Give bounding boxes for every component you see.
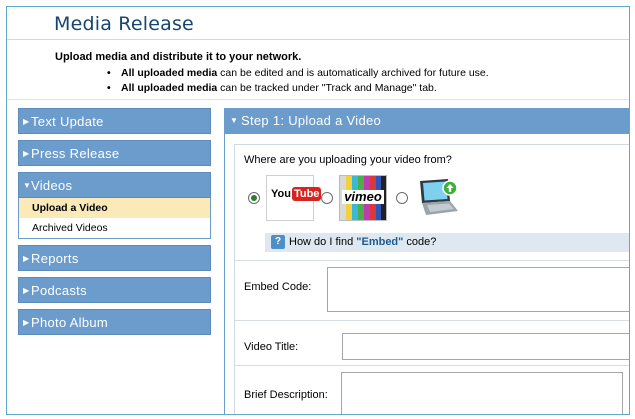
description-field[interactable] — [341, 372, 623, 414]
intro-text: Upload media and distribute it to your n… — [55, 51, 302, 63]
title-bar: Media Release — [7, 7, 629, 40]
video-title-label: Video Title: — [244, 341, 299, 353]
question-mark-icon: ? — [271, 235, 285, 249]
sidebar-item-label: Videos — [31, 178, 73, 193]
youtube-you: You — [271, 188, 291, 200]
bullet-text: can be tracked under "Track and Manage" … — [217, 82, 437, 94]
embed-code-label: Embed Code: — [244, 281, 312, 293]
youtube-tube: Tube — [291, 187, 322, 201]
divider — [7, 99, 629, 100]
upload-form: Where are you uploading your video from?… — [234, 144, 629, 414]
intro-bullets: All uploaded media can be edited and is … — [107, 66, 489, 96]
sidebar-item-text-update[interactable]: ▶ Text Update — [18, 108, 211, 134]
youtube-logo-text: You Tube — [271, 187, 322, 201]
submenu-item-upload-video[interactable]: Upload a Video — [19, 198, 210, 218]
caret-right-icon: ▶ — [23, 286, 30, 295]
laptop-icon — [420, 179, 458, 215]
sidebar-item-podcasts[interactable]: ▶ Podcasts — [18, 277, 211, 303]
sidebar-item-label: Reports — [31, 251, 79, 266]
help-highlight: "Embed" — [356, 236, 404, 248]
caret-right-icon: ▶ — [23, 149, 30, 158]
sidebar-item-press-release[interactable]: ▶ Press Release — [18, 140, 211, 166]
sidebar-item-label: Photo Album — [31, 315, 109, 330]
source-question: Where are you uploading your video from? — [244, 154, 452, 166]
main-panel: ▼ Step 1: Upload a Video Where are you up… — [224, 108, 629, 414]
caret-right-icon: ▶ — [23, 318, 30, 327]
computer-upload-icon[interactable] — [414, 175, 462, 219]
page-title: Media Release — [54, 13, 194, 35]
bullet-item: All uploaded media can be edited and is … — [107, 66, 489, 81]
media-release-window: Media Release Upload media and distribut… — [6, 6, 630, 415]
description-label: Brief Description: — [244, 389, 328, 401]
embed-code-row: Embed Code: — [235, 260, 629, 316]
help-text-suffix: code? — [403, 236, 437, 248]
step-title: Step 1: Upload a Video — [241, 113, 382, 128]
sidebar-item-label: Press Release — [31, 146, 120, 161]
video-title-field[interactable] — [342, 333, 629, 360]
radio-computer[interactable] — [396, 192, 408, 204]
description-row: Brief Description: — [235, 365, 629, 414]
bullet-text: can be edited and is automatically archi… — [217, 67, 489, 79]
embed-help-link[interactable]: ? How do I find "Embed" code? — [265, 233, 629, 252]
sidebar-item-videos[interactable]: ▼ Videos — [18, 172, 211, 198]
sidebar: ▶ Text Update ▶ Press Release ▼ Videos Uplo… — [18, 108, 211, 341]
sidebar-item-photo-album[interactable]: ▶ Photo Album — [18, 309, 211, 335]
help-text: How do I find — [289, 236, 357, 248]
radio-youtube[interactable] — [248, 192, 260, 204]
bullet-bold: All uploaded media — [121, 82, 218, 94]
caret-right-icon: ▶ — [23, 254, 30, 263]
video-title-row: Video Title: — [235, 320, 629, 366]
sidebar-group-videos: ▼ Videos Upload a Video Archived Videos — [18, 172, 211, 239]
caret-down-icon: ▼ — [23, 181, 32, 190]
bullet-item: All uploaded media can be tracked under … — [107, 81, 489, 96]
submenu-item-archived-videos[interactable]: Archived Videos — [19, 218, 210, 238]
embed-code-field[interactable] — [327, 267, 629, 312]
caret-right-icon: ▶ — [23, 117, 30, 126]
sidebar-item-label: Text Update — [31, 114, 104, 129]
sidebar-item-label: Podcasts — [31, 283, 87, 298]
caret-down-icon: ▼ — [230, 116, 239, 125]
vimeo-logo[interactable]: vimeo — [339, 175, 387, 221]
radio-vimeo[interactable] — [321, 192, 333, 204]
sidebar-item-reports[interactable]: ▶ Reports — [18, 245, 211, 271]
bullet-bold: All uploaded media — [121, 67, 218, 79]
youtube-logo[interactable]: You Tube — [266, 175, 322, 221]
vimeo-logo-text: vimeo — [342, 190, 384, 204]
step-header: ▼ Step 1: Upload a Video — [225, 108, 629, 134]
videos-submenu: Upload a Video Archived Videos — [18, 198, 211, 239]
